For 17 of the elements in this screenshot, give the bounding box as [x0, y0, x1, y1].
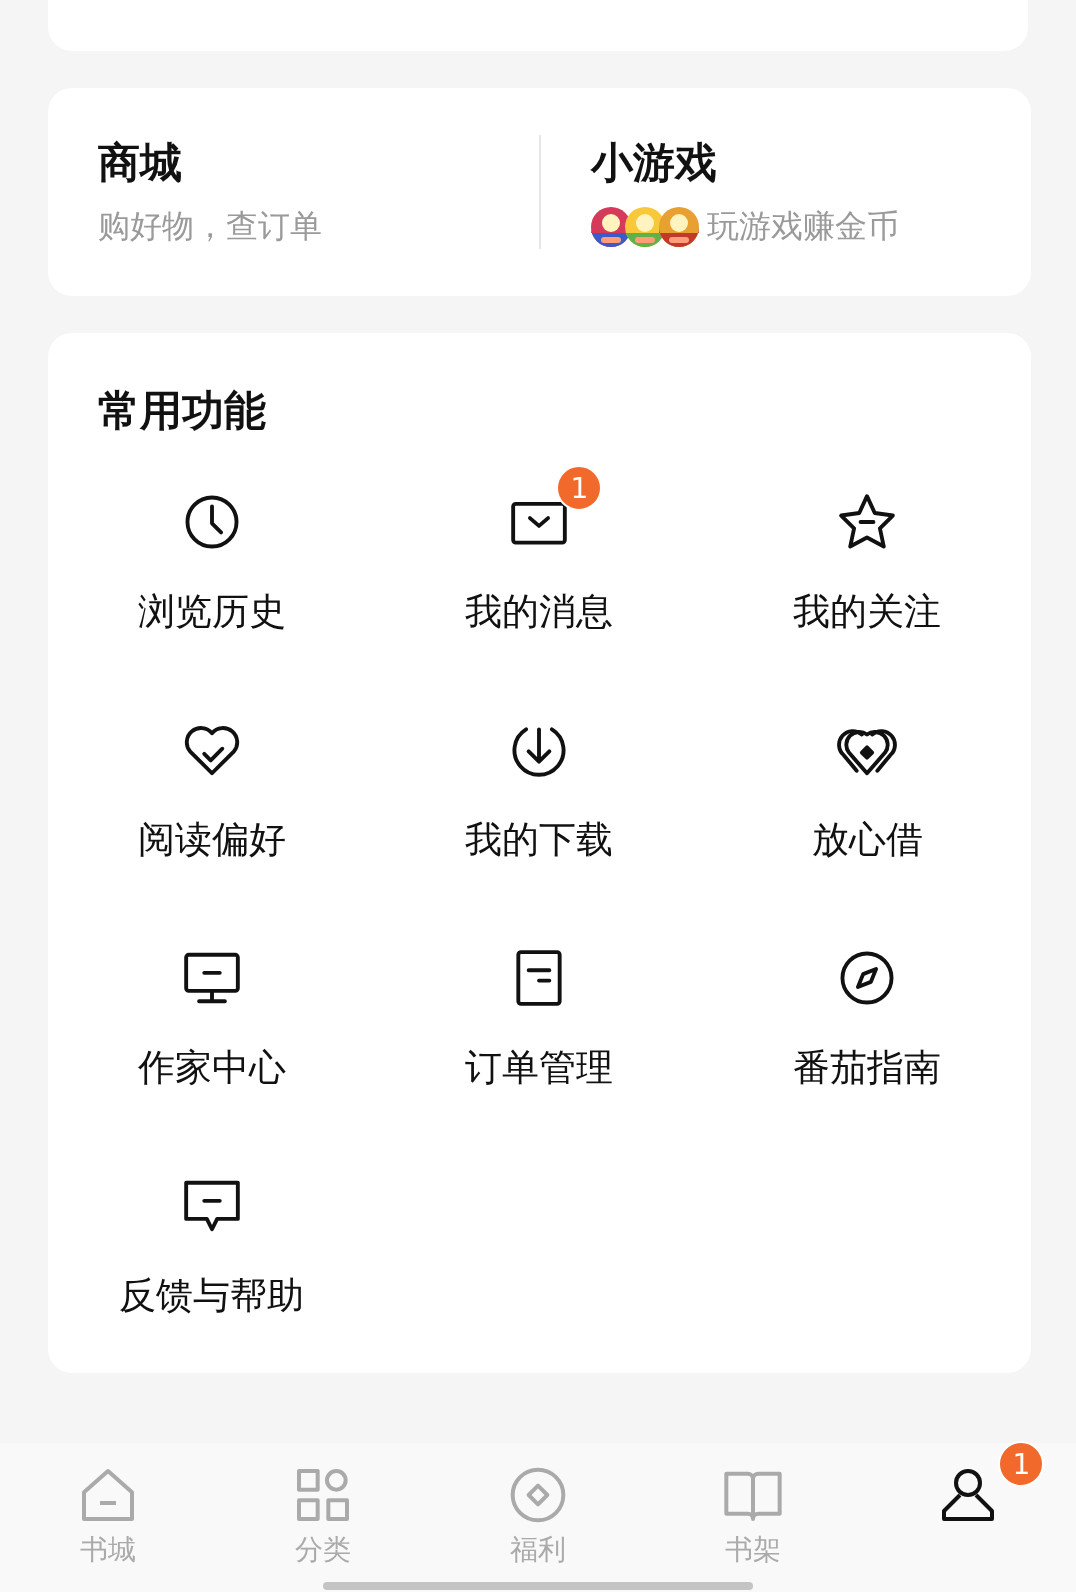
function-item[interactable]: 阅读偏好 [48, 689, 376, 865]
shortcut-subtitle: 玩游戏赚金币 [706, 206, 899, 247]
function-item[interactable]: 我的关注 [703, 461, 1031, 637]
function-item[interactable]: 1 我的消息 [375, 461, 704, 637]
shortcut-subtitle: 购好物，查订单 [98, 206, 322, 247]
function-item[interactable]: 番茄指南 [703, 917, 1031, 1093]
shortcut-title[interactable]: 小游戏 [590, 135, 1031, 191]
function-item[interactable]: 作家中心 [48, 917, 376, 1093]
function-item[interactable]: 反馈与帮助 [48, 1145, 376, 1321]
count-badge: 1 [998, 1441, 1045, 1487]
count-badge: 1 [556, 465, 603, 511]
function-item[interactable]: 我的下载 [375, 689, 704, 865]
function-item[interactable]: 放心借 [703, 689, 1031, 865]
shortcut-title[interactable]: 商城 [98, 135, 539, 191]
function-item[interactable]: 浏览历史 [48, 461, 376, 637]
function-item[interactable]: 订单管理 [375, 917, 704, 1093]
section-title: 常用功能 [97, 385, 267, 437]
